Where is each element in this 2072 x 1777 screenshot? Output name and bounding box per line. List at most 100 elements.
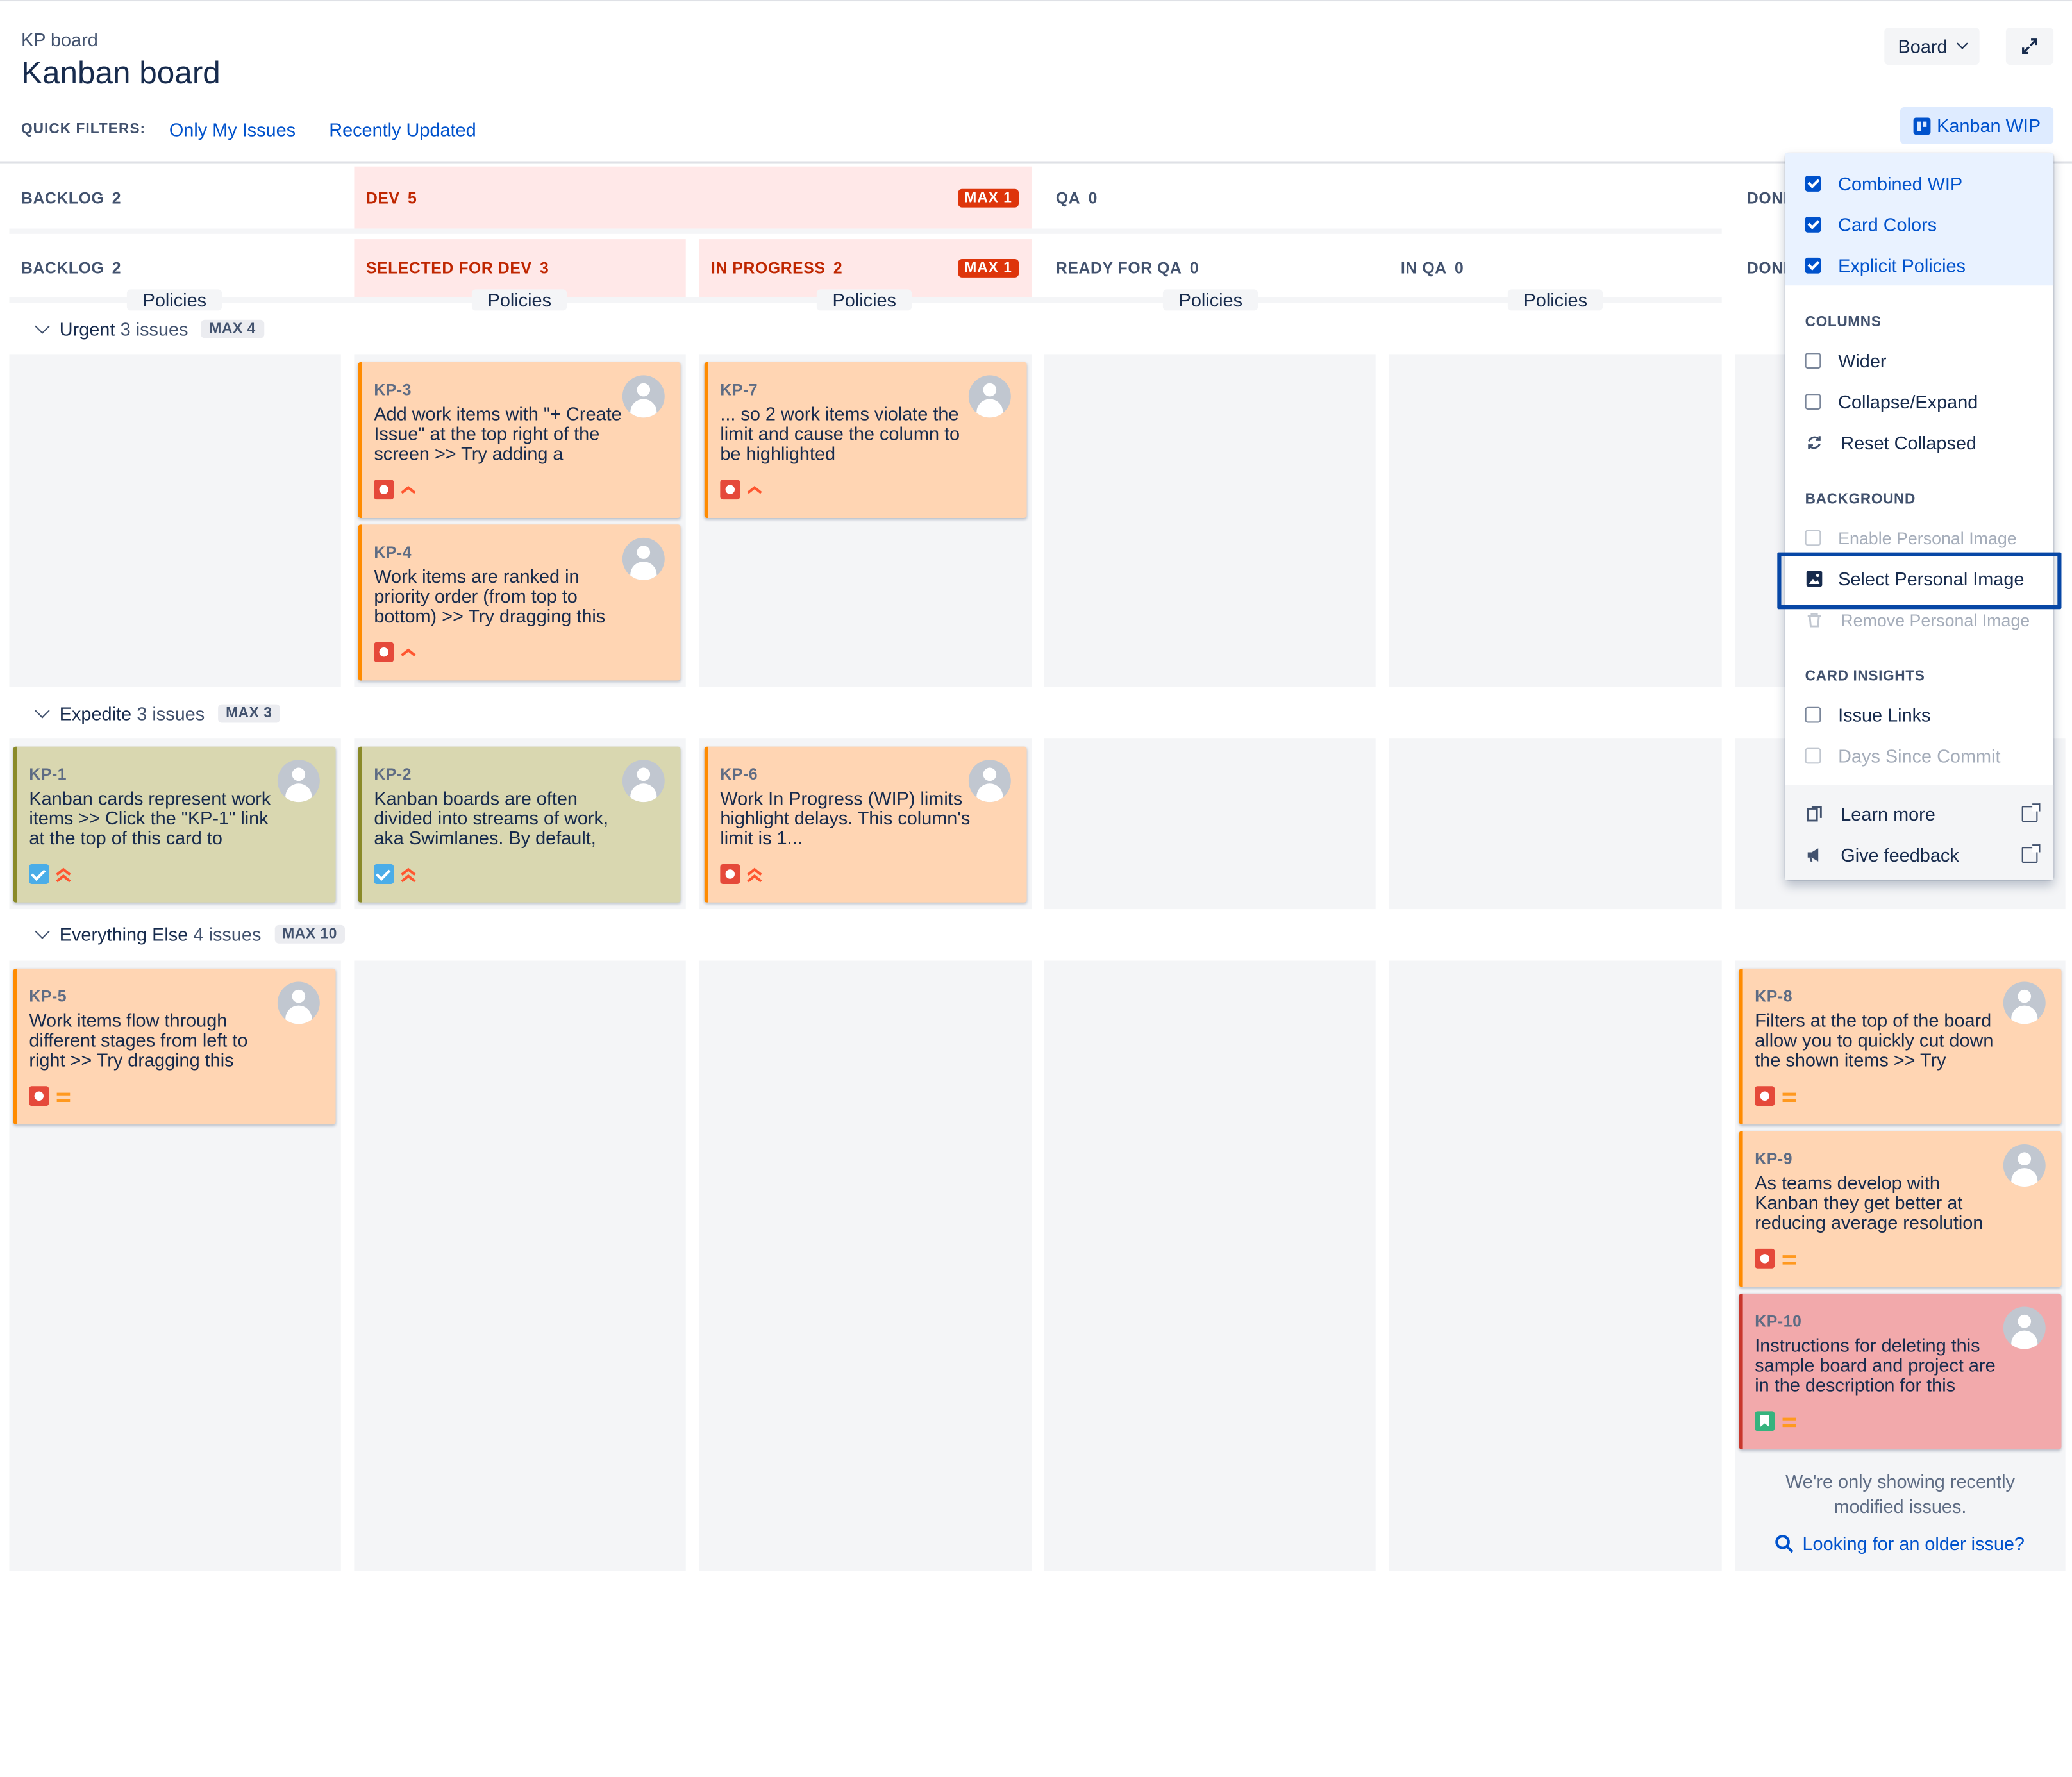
- card-kp-1[interactable]: KP-1 Kanban cards represent work items >…: [13, 746, 336, 903]
- checkbox-disabled[interactable]: [1805, 747, 1821, 764]
- column-count: 3: [539, 258, 549, 278]
- column-in-qa: IN QA 0: [1389, 239, 1721, 297]
- swimlane-max-badge: MAX 3: [217, 704, 280, 723]
- kanban-wip-button[interactable]: Kanban WIP: [1900, 106, 2054, 144]
- menu-item-label: Days Since Commit: [1838, 745, 2001, 767]
- card-key[interactable]: KP-6: [720, 765, 758, 783]
- chevron-down-icon[interactable]: [35, 924, 50, 939]
- column-backlog: BACKLOG 2: [9, 239, 340, 297]
- cell-expedite-in-qa: [1389, 738, 1722, 910]
- menu-item-label: Issue Links: [1838, 704, 1931, 726]
- column-name: DONE: [1746, 258, 1788, 278]
- card-summary: Work items are ranked in priority order …: [374, 565, 606, 627]
- checkbox-checked[interactable]: [1805, 257, 1821, 274]
- card-kp-6[interactable]: KP-6 Work In Progress (WIP) limits highl…: [704, 746, 1027, 903]
- card-key[interactable]: KP-2: [374, 765, 412, 783]
- column-name: IN QA: [1400, 258, 1447, 278]
- column-name: BACKLOG: [21, 258, 104, 278]
- avatar: [968, 760, 1011, 803]
- column-count: 2: [833, 258, 843, 278]
- cell-urgent-backlog: [9, 354, 341, 687]
- checkbox-unchecked[interactable]: [1805, 706, 1821, 723]
- avatar: [968, 375, 1011, 418]
- column-group-count: 2: [112, 188, 122, 207]
- card-kp-9[interactable]: KP-9 As teams develop with Kanban they g…: [1739, 1131, 2062, 1287]
- avatar: [622, 760, 665, 803]
- cell-else-selected: [354, 960, 686, 1571]
- refresh-icon: [1808, 436, 1821, 449]
- card-key[interactable]: KP-7: [720, 381, 758, 399]
- checkbox-unchecked[interactable]: [1805, 353, 1821, 369]
- card-kp-8[interactable]: KP-8 Filters at the top of the board all…: [1739, 968, 2062, 1125]
- card-kp-2[interactable]: KP-2 Kanban boards are often divided int…: [358, 746, 681, 903]
- card-kp-4[interactable]: KP-4 Work items are ranked in priority o…: [358, 524, 681, 681]
- cell-urgent-in-qa: [1389, 354, 1722, 687]
- quick-filters-label: QUICK FILTERS:: [21, 121, 146, 138]
- checkbox-unchecked[interactable]: [1805, 394, 1821, 410]
- policies-in-qa[interactable]: Policies: [1507, 289, 1603, 311]
- checkbox-disabled[interactable]: [1805, 530, 1821, 546]
- card-key[interactable]: KP-10: [1755, 1312, 1801, 1331]
- priority-highest-icon: [56, 867, 71, 883]
- board-button-label: Board: [1898, 35, 1948, 57]
- column-group-count: 5: [408, 188, 417, 207]
- card-key[interactable]: KP-5: [29, 987, 67, 1006]
- column-group-name: BACKLOG: [21, 188, 104, 207]
- menu-collapse-expand[interactable]: Collapse/Expand: [1785, 383, 2053, 421]
- filter-recently-updated[interactable]: Recently Updated: [329, 119, 476, 140]
- menu-card-colors[interactable]: Card Colors: [1785, 206, 2053, 244]
- task-type-icon: [29, 864, 49, 884]
- card-kp-3[interactable]: KP-3 Add work items with "+ Create Issue…: [358, 362, 681, 518]
- menu-learn-more[interactable]: Learn more: [1785, 796, 2053, 833]
- column-ready-for-qa: READY FOR QA 0: [1044, 239, 1375, 297]
- card-key[interactable]: KP-8: [1755, 987, 1792, 1006]
- swimlane-urgent-header[interactable]: Urgent 3 issues MAX 4: [31, 319, 264, 340]
- card-key[interactable]: KP-3: [374, 381, 412, 399]
- breadcrumb[interactable]: KP board: [21, 29, 98, 50]
- menu-section-card-insights: CARD INSIGHTS: [1805, 668, 1925, 685]
- chevron-down-icon[interactable]: [35, 319, 50, 334]
- bug-type-icon: [720, 864, 740, 884]
- menu-item-label: Card Colors: [1838, 213, 1937, 235]
- priority-high-icon: [401, 648, 416, 656]
- policies-in-progress[interactable]: Policies: [816, 289, 912, 311]
- card-key[interactable]: KP-1: [29, 765, 67, 783]
- card-kp-7[interactable]: KP-7 ... so 2 work items violate the lim…: [704, 362, 1027, 518]
- swimlane-max-badge: MAX 10: [274, 924, 346, 944]
- menu-explicit-policies[interactable]: Explicit Policies: [1785, 247, 2053, 284]
- menu-section-background: BACKGROUND: [1805, 491, 1916, 508]
- checkbox-checked[interactable]: [1805, 176, 1821, 192]
- menu-give-feedback[interactable]: Give feedback: [1785, 837, 2053, 874]
- menu-reset-collapsed[interactable]: Reset Collapsed: [1785, 424, 2053, 462]
- menu-combined-wip[interactable]: Combined WIP: [1785, 165, 2053, 203]
- checkbox-checked[interactable]: [1805, 217, 1821, 233]
- board-dropdown-button[interactable]: Board: [1884, 28, 1980, 65]
- menu-issue-links[interactable]: Issue Links: [1785, 696, 2053, 733]
- policies-ready-for-qa[interactable]: Policies: [1162, 289, 1258, 311]
- menu-item-label: Enable Personal Image: [1838, 528, 2017, 548]
- bug-type-icon: [374, 642, 394, 662]
- column-name: SELECTED FOR DEV: [365, 258, 532, 278]
- column-name: IN PROGRESS: [710, 258, 826, 278]
- story-type-icon: [1755, 1411, 1775, 1431]
- menu-section-columns: COLUMNS: [1805, 314, 1882, 331]
- older-issue-link[interactable]: Looking for an older issue?: [1775, 1533, 2025, 1554]
- fullscreen-button[interactable]: [2005, 28, 2054, 65]
- card-key[interactable]: KP-4: [374, 543, 412, 562]
- swimlane-everything-else-header[interactable]: Everything Else 4 issues MAX 10: [31, 924, 346, 945]
- cell-else-in-progress: [699, 960, 1032, 1571]
- bug-type-icon: [374, 480, 394, 500]
- card-key[interactable]: KP-9: [1755, 1149, 1792, 1168]
- card-kp-10[interactable]: KP-10 Instructions for deleting this sam…: [1739, 1293, 2062, 1450]
- policies-backlog[interactable]: Policies: [126, 289, 222, 311]
- menu-enable-personal-image[interactable]: Enable Personal Image: [1785, 519, 2053, 556]
- column-done: DONE: [1735, 239, 1788, 297]
- menu-wider[interactable]: Wider: [1785, 342, 2053, 380]
- swimlane-expedite-header[interactable]: Expedite 3 issues MAX 3: [31, 703, 280, 724]
- column-count: 0: [1455, 258, 1464, 278]
- chevron-down-icon[interactable]: [35, 703, 50, 719]
- filter-only-my-issues[interactable]: Only My Issues: [169, 119, 296, 140]
- policies-selected-for-dev[interactable]: Policies: [471, 289, 567, 311]
- card-kp-5[interactable]: KP-5 Work items flow through different s…: [13, 968, 336, 1125]
- menu-days-since-commit[interactable]: Days Since Commit: [1785, 737, 2053, 774]
